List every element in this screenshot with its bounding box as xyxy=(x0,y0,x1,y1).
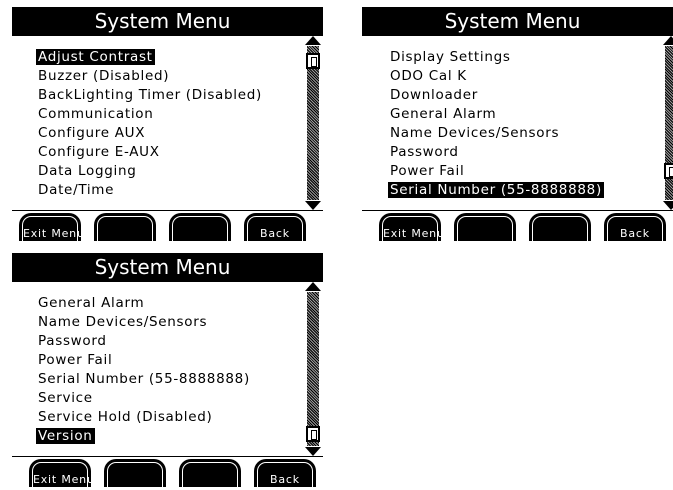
scroll-up-arrow-icon[interactable] xyxy=(305,282,321,291)
screen-1: System Menu Adjust Contrast Buzzer (Disa… xyxy=(12,7,323,243)
softkey-2-button[interactable] xyxy=(104,459,166,487)
menu-panel: Display Settings ODO Cal K Downloader Ge… xyxy=(362,35,673,211)
softkey-2-button[interactable] xyxy=(94,213,156,241)
menu-item-version[interactable]: Version xyxy=(36,427,252,446)
menu-item-power-fail[interactable]: Power Fail xyxy=(36,351,252,370)
title-bar: System Menu xyxy=(362,7,673,35)
menu-item-communication[interactable]: Communication xyxy=(36,105,264,124)
menu-item-display-settings[interactable]: Display Settings xyxy=(388,48,604,67)
screen-2: System Menu Display Settings ODO Cal K D… xyxy=(362,7,673,243)
menu-item-configure-aux[interactable]: Configure AUX xyxy=(36,124,264,143)
menu-item-name-devices-sensors[interactable]: Name Devices/Sensors xyxy=(388,124,604,143)
menu-item-password[interactable]: Password xyxy=(36,332,252,351)
scroll-up-arrow-icon[interactable] xyxy=(663,36,673,45)
exit-menu-button[interactable]: Exit Menu xyxy=(29,459,94,487)
menu-item-serial-number[interactable]: Serial Number (55-8888888) xyxy=(388,181,604,200)
back-button[interactable]: Back xyxy=(604,213,666,241)
menu-item-backlighting-timer[interactable]: BackLighting Timer (Disabled) xyxy=(36,86,264,105)
menu-list: General Alarm Name Devices/Sensors Passw… xyxy=(36,294,252,446)
menu-list: Adjust Contrast Buzzer (Disabled) BackLi… xyxy=(36,48,264,200)
menu-list: Display Settings ODO Cal K Downloader Ge… xyxy=(388,48,604,200)
softkey-3-button[interactable] xyxy=(529,213,591,241)
scroll-down-arrow-icon[interactable] xyxy=(305,447,321,456)
softkey-bar: Exit Menu Back xyxy=(12,457,323,489)
scroll-down-arrow-icon[interactable] xyxy=(305,201,321,210)
menu-item-general-alarm[interactable]: General Alarm xyxy=(388,105,604,124)
screen-title: System Menu xyxy=(444,9,581,33)
exit-menu-button[interactable]: Exit Menu xyxy=(19,213,84,241)
scrollbar[interactable] xyxy=(305,282,321,456)
menu-panel: General Alarm Name Devices/Sensors Passw… xyxy=(12,281,323,457)
softkey-2-button[interactable] xyxy=(454,213,516,241)
scroll-up-arrow-icon[interactable] xyxy=(305,36,321,45)
menu-item-serial-number[interactable]: Serial Number (55-8888888) xyxy=(36,370,252,389)
scrollbar[interactable] xyxy=(663,36,673,210)
menu-item-adjust-contrast[interactable]: Adjust Contrast xyxy=(36,48,264,67)
menu-item-power-fail[interactable]: Power Fail xyxy=(388,162,604,181)
scroll-track[interactable] xyxy=(307,46,319,200)
scroll-down-arrow-icon[interactable] xyxy=(663,201,673,210)
scroll-thumb[interactable] xyxy=(306,425,320,442)
menu-item-general-alarm[interactable]: General Alarm xyxy=(36,294,252,313)
softkey-3-button[interactable] xyxy=(179,459,241,487)
screen-title: System Menu xyxy=(94,255,231,279)
back-button[interactable]: Back xyxy=(244,213,306,241)
menu-item-buzzer[interactable]: Buzzer (Disabled) xyxy=(36,67,264,86)
screen-title: System Menu xyxy=(94,9,231,33)
menu-item-odo-cal-k[interactable]: ODO Cal K xyxy=(388,67,604,86)
scroll-track[interactable] xyxy=(307,292,319,446)
softkey-bar: Exit Menu Back xyxy=(362,211,673,243)
menu-panel: Adjust Contrast Buzzer (Disabled) BackLi… xyxy=(12,35,323,211)
menu-item-name-devices-sensors[interactable]: Name Devices/Sensors xyxy=(36,313,252,332)
menu-item-date-time[interactable]: Date/Time xyxy=(36,181,264,200)
back-button[interactable]: Back xyxy=(254,459,316,487)
menu-item-service[interactable]: Service xyxy=(36,389,252,408)
scroll-thumb[interactable] xyxy=(306,52,320,69)
softkey-3-button[interactable] xyxy=(169,213,231,241)
menu-item-configure-e-aux[interactable]: Configure E-AUX xyxy=(36,143,264,162)
menu-item-data-logging[interactable]: Data Logging xyxy=(36,162,264,181)
softkey-bar: Exit Menu Back xyxy=(12,211,323,243)
menu-item-downloader[interactable]: Downloader xyxy=(388,86,604,105)
menu-item-password[interactable]: Password xyxy=(388,143,604,162)
menu-item-service-hold[interactable]: Service Hold (Disabled) xyxy=(36,408,252,427)
title-bar: System Menu xyxy=(12,253,323,281)
scroll-thumb[interactable] xyxy=(664,163,673,180)
title-bar: System Menu xyxy=(12,7,323,35)
scrollbar[interactable] xyxy=(305,36,321,210)
exit-menu-button[interactable]: Exit Menu xyxy=(379,213,444,241)
screen-3: System Menu General Alarm Name Devices/S… xyxy=(12,253,323,489)
